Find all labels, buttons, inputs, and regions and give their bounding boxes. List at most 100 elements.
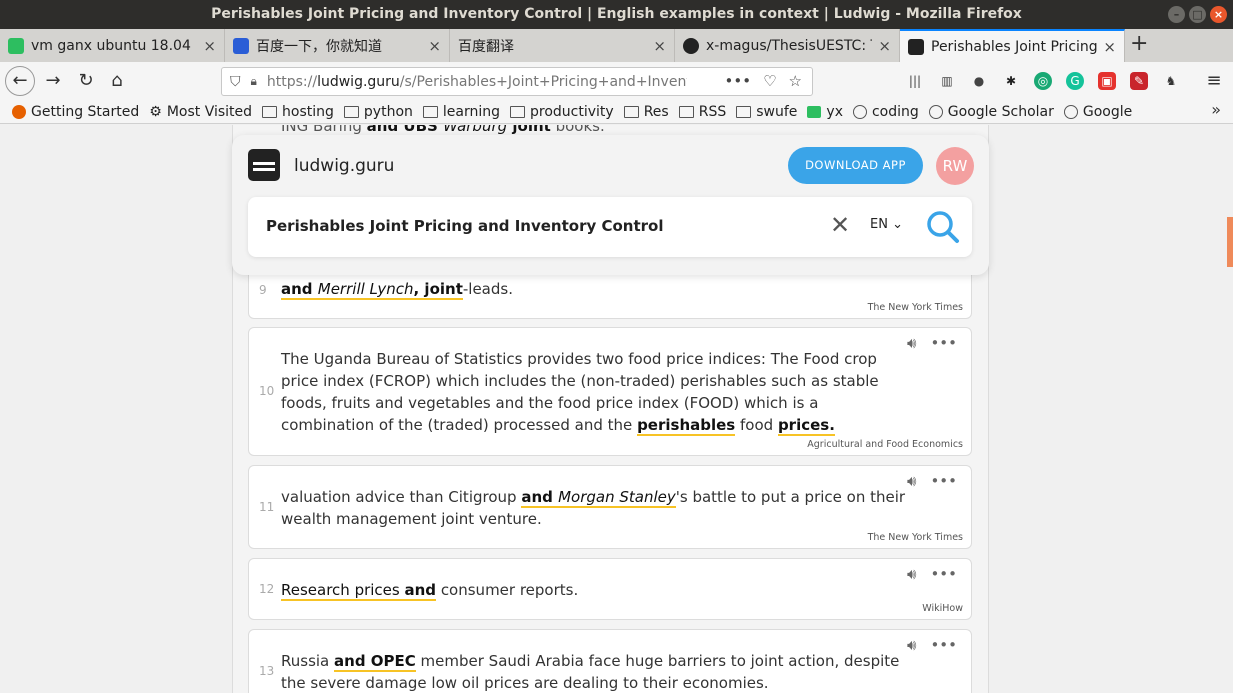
page-actions-icon[interactable]: ••• [725, 72, 752, 90]
download-app-button[interactable]: DOWNLOAD APP [788, 147, 923, 184]
result-sentence: valuation advice than Citigroup and Morg… [281, 488, 906, 528]
bookmark-folder-res[interactable]: Res [623, 104, 669, 120]
globe-icon [852, 104, 867, 119]
result-source[interactable]: The New York Times [868, 302, 963, 313]
home-button[interactable]: ⌂ [103, 67, 131, 95]
tab-label: vm ganx ubuntu 18.04 | E [31, 37, 198, 54]
bookmark-star-icon[interactable]: ☆ [789, 72, 802, 90]
maximize-button[interactable]: □ [1189, 6, 1206, 23]
result-sentence: The Uganda Bureau of Statistics provides… [281, 350, 879, 436]
tab-close-icon[interactable]: × [203, 37, 216, 55]
url-text[interactable]: https://ludwig.guru/s/Perishables+Joint+… [267, 74, 687, 90]
tab-label: 百度翻译 [458, 38, 514, 55]
more-options-icon[interactable]: ••• [930, 334, 957, 352]
result-card[interactable]: 🔊︎ ••• 12 Research prices and consumer r… [248, 558, 972, 620]
speaker-icon[interactable]: 🔊︎ [907, 334, 916, 352]
bookmark-yx[interactable]: yx [807, 104, 843, 120]
bookmarks-bar: Getting Started ⚙ Most Visited hosting py… [0, 100, 1233, 124]
close-window-button[interactable]: × [1210, 6, 1227, 23]
minimize-button[interactable]: – [1168, 6, 1185, 23]
speaker-icon[interactable]: 🔊︎ [907, 636, 916, 654]
window-title: Perishables Joint Pricing and Inventory … [211, 6, 1022, 22]
more-options-icon[interactable]: ••• [930, 636, 957, 654]
window-titlebar: Perishables Joint Pricing and Inventory … [0, 0, 1233, 29]
account-icon[interactable]: ● [970, 72, 988, 90]
bookmark-folder-swufe[interactable]: swufe [736, 104, 797, 120]
speaker-icon[interactable]: 🔊︎ [907, 565, 916, 583]
back-button[interactable]: ← [5, 66, 35, 96]
globe-icon [1063, 104, 1078, 119]
grammarly-icon[interactable]: G [1066, 72, 1084, 90]
bookmark-folder-learning[interactable]: learning [422, 104, 500, 120]
result-number: 10 [259, 384, 275, 398]
result-sentence: Research prices and consumer reports. [281, 581, 579, 601]
speaker-icon[interactable]: 🔊︎ [907, 472, 916, 490]
scroll-indicator[interactable] [1227, 217, 1233, 267]
result-source[interactable]: WikiHow [922, 603, 963, 614]
shield-icon[interactable]: ⛉ [230, 74, 241, 90]
tab-close-icon[interactable]: × [653, 37, 666, 55]
tab-baidu-translate[interactable]: 百度翻译 × [450, 29, 675, 62]
new-tab-button[interactable]: + [1130, 31, 1148, 56]
result-source[interactable]: The New York Times [868, 532, 963, 543]
folder-icon [736, 105, 752, 118]
result-source[interactable]: Agricultural and Food Economics [807, 439, 963, 450]
bookmark-coding[interactable]: coding [852, 104, 919, 120]
result-card[interactable]: 🔊︎ ••• 10 The Uganda Bureau of Statistic… [248, 327, 972, 456]
tab-bar: vm ganx ubuntu 18.04 | E × 百度一下，你就知道 × 百… [0, 29, 1233, 62]
bookmarks-overflow-icon[interactable]: » [1211, 100, 1221, 119]
search-input[interactable]: Perishables Joint Pricing and Inventory … [248, 197, 972, 257]
bookmark-google[interactable]: Google [1063, 104, 1132, 120]
search-icon[interactable] [925, 209, 961, 245]
bookmark-getting-started[interactable]: Getting Started [12, 104, 139, 120]
library-icon[interactable]: ||| [906, 72, 924, 90]
tab-baidu[interactable]: 百度一下，你就知道 × [225, 29, 450, 62]
result-number: 11 [259, 500, 275, 514]
result-card[interactable]: 🔊︎ ••• 13 Russia and OPEC member Saudi A… [248, 629, 972, 693]
menu-icon[interactable]: ≡ [1200, 67, 1228, 95]
url-bar[interactable]: ⛉ 🔒︎ https://ludwig.guru/s/Perishables+J… [221, 67, 813, 96]
reload-button[interactable]: ↻ [72, 67, 100, 95]
tab-close-icon[interactable]: × [878, 37, 891, 55]
marker-icon[interactable]: ✎ [1130, 72, 1148, 90]
pocket-icon[interactable]: ♡ [763, 72, 776, 90]
gnome-icon[interactable]: ✱ [1002, 72, 1020, 90]
more-options-icon[interactable]: ••• [930, 565, 957, 583]
search-query-text[interactable]: Perishables Joint Pricing and Inventory … [266, 217, 663, 235]
bookmark-google-scholar[interactable]: Google Scholar [928, 104, 1054, 120]
tab-ludwig[interactable]: Perishables Joint Pricing × [900, 29, 1125, 62]
nav-bar: ← → ↻ ⌂ ⛉ 🔒︎ https://ludwig.guru/s/Peris… [0, 62, 1233, 100]
result-number: 13 [259, 664, 275, 678]
folder-icon [623, 105, 639, 118]
tab-close-icon[interactable]: × [428, 37, 441, 55]
partial-sentence: ING Baring and UBS Warburg joint books. [281, 125, 605, 137]
evernote-icon [8, 37, 24, 54]
bookmark-folder-productivity[interactable]: productivity [510, 104, 614, 120]
tab-label: 百度一下，你就知道 [256, 38, 382, 55]
bookmark-folder-python[interactable]: python [343, 104, 413, 120]
refresh-ext-icon[interactable]: ◎ [1034, 72, 1052, 90]
folder-icon [510, 105, 526, 118]
screenshot-icon[interactable]: ▣ [1098, 72, 1116, 90]
ludwig-icon [908, 38, 924, 55]
tab-github[interactable]: x-magus/ThesisUESTC: T × [675, 29, 900, 62]
folder-icon [343, 105, 359, 118]
tab-evernote[interactable]: vm ganx ubuntu 18.04 | E × [0, 29, 225, 62]
avatar[interactable]: RW [936, 147, 974, 185]
evernote-clipper-icon[interactable]: ♞ [1162, 72, 1180, 90]
typewriter-logo-icon[interactable] [248, 149, 280, 181]
bookmark-most-visited[interactable]: ⚙ Most Visited [149, 104, 252, 120]
forward-button[interactable]: → [39, 67, 67, 95]
brand-name[interactable]: ludwig.guru [294, 156, 394, 176]
tab-close-icon[interactable]: × [1103, 38, 1116, 56]
clear-icon[interactable]: ✕ [830, 211, 850, 239]
tab-label: Perishables Joint Pricing [931, 38, 1098, 55]
bookmark-folder-hosting[interactable]: hosting [262, 104, 334, 120]
more-options-icon[interactable]: ••• [930, 472, 957, 490]
sidebar-icon[interactable]: ▥ [938, 72, 956, 90]
bookmark-folder-rss[interactable]: RSS [678, 104, 726, 120]
lock-icon[interactable]: 🔒︎ [251, 74, 257, 89]
result-card[interactable]: 🔊︎ ••• 11 valuation advice than Citigrou… [248, 465, 972, 549]
page-content: ING Baring and UBS Warburg joint books. … [0, 125, 1233, 693]
language-select[interactable]: EN ⌄ [870, 217, 903, 232]
